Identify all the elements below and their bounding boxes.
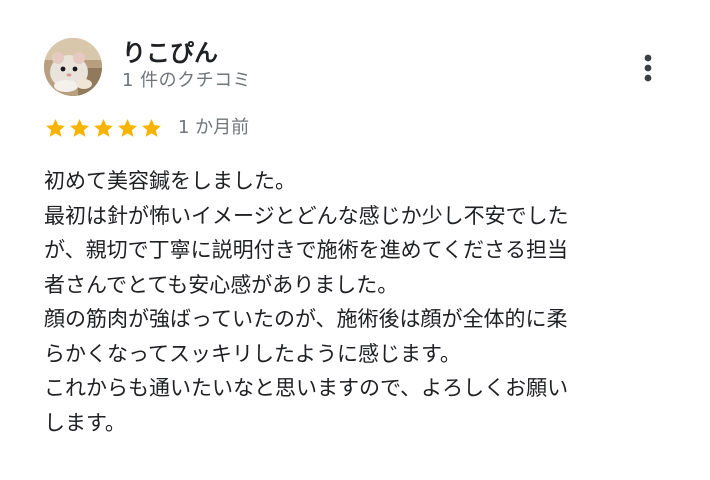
review-text-line: 初めて美容鍼をしました。 (44, 169, 296, 193)
more-options-button[interactable] (632, 48, 664, 88)
star-icon (46, 118, 65, 137)
rating-row: 1 か月前 (44, 116, 249, 140)
review-card: りこぴん 1 件のクチコミ 1 か月前 初めて美容鍼をしました。最初は針が怖いイ… (0, 0, 710, 480)
review-text: 初めて美容鍼をしました。最初は針が怖いイメージとどんな感じか少し不安でした が、親… (44, 164, 684, 440)
review-text-line: 顔の筋肉が強ばっていたのが、施術後は顔が全体的に柔 (44, 307, 568, 331)
review-text-line: らかくなってスッキリしたように感じます。 (44, 341, 461, 366)
reviewer-review-count[interactable]: 1 件のクチコミ (122, 70, 251, 92)
review-text-line: が、親切で丁寧に説明付きで施術を進めてくださる担当 (44, 238, 568, 262)
review-text-line: 最初は針が怖いイメージとどんな感じか少し不安でした (44, 203, 569, 228)
review-date: 1 か月前 (178, 117, 250, 138)
star-icon (94, 118, 113, 137)
reviewer-avatar[interactable] (44, 38, 102, 96)
hamster-avatar-image (44, 38, 102, 96)
star-icon (118, 118, 137, 137)
review-text-line: します。 (44, 410, 126, 435)
review-text-line: 者さんでとても安心感がありました。 (44, 272, 399, 297)
star-icon (142, 118, 161, 137)
star-icon (70, 118, 89, 137)
review-text-line: これからも通いたいなと思いますので、よろしくお願い (44, 376, 569, 400)
reviewer-name[interactable]: りこぴん (122, 38, 218, 68)
more-vert-icon (644, 54, 652, 82)
star-rating (44, 117, 164, 140)
